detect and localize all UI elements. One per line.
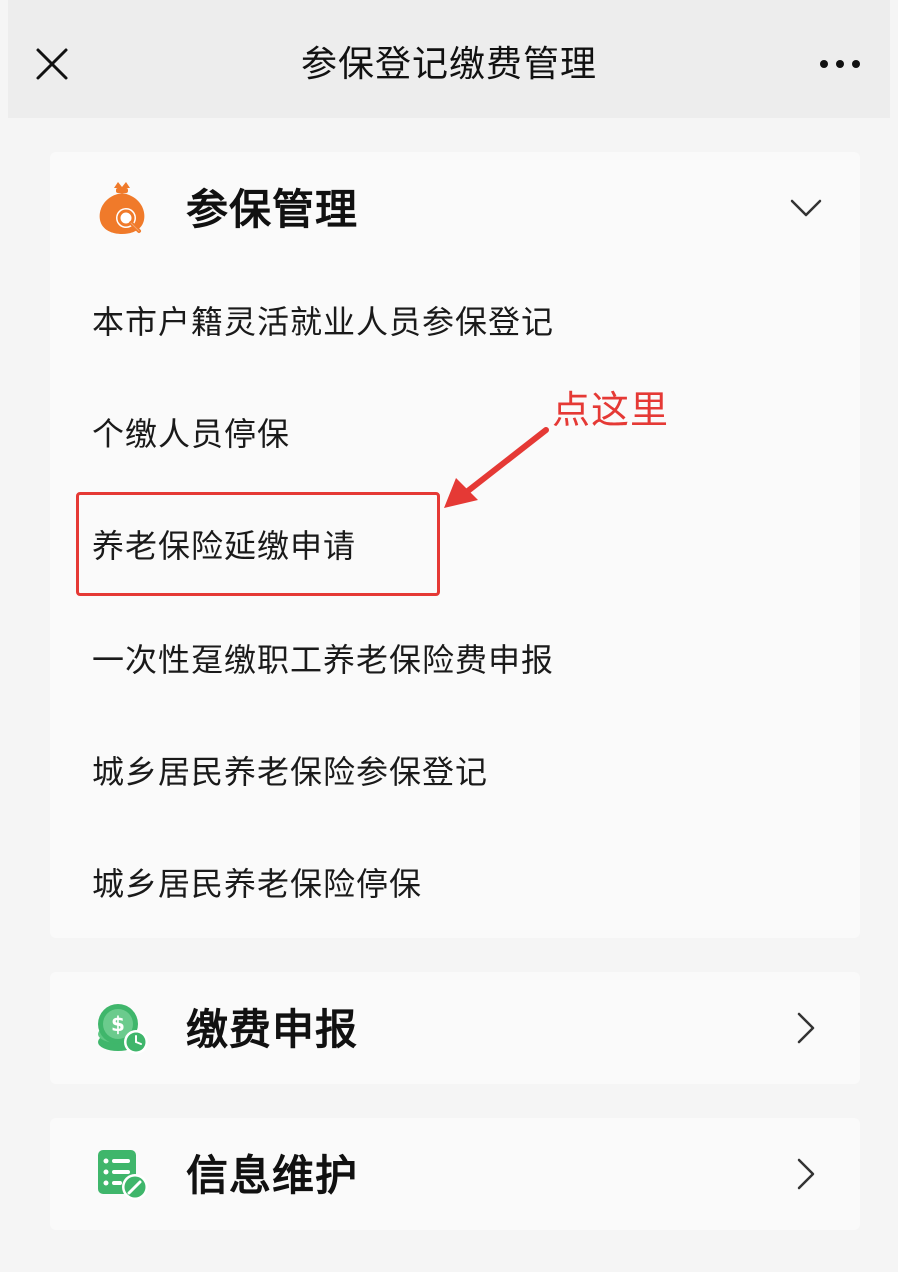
more-button[interactable] xyxy=(816,48,864,80)
section-title-info-maintenance: 信息维护 xyxy=(186,1151,359,1200)
document-edit-icon xyxy=(98,1150,148,1200)
menu-item-lump-sum-pension-declaration[interactable]: 一次性趸缴职工养老保险费申报 xyxy=(92,630,812,690)
section-header-info-maintenance[interactable]: 信息维护 xyxy=(50,1118,860,1230)
coin-clock-icon: $ xyxy=(98,1004,148,1054)
svg-text:$: $ xyxy=(111,1012,125,1036)
more-horizontal-icon xyxy=(820,60,860,68)
chevron-down-icon xyxy=(790,199,822,217)
menu-item-local-flexible-enrollment[interactable]: 本市户籍灵活就业人员参保登记 xyxy=(92,292,812,352)
page-title: 参保登记缴费管理 xyxy=(300,44,597,85)
section-card-info-maintenance: 信息维护 xyxy=(50,1118,860,1230)
page: 参保登记缴费管理 参保管理 本市户籍灵活就业人员参保登记 个缴人员停保 养老保险… xyxy=(8,0,890,1272)
annotation-arrow-icon xyxy=(444,427,549,508)
menu-item-resident-pension-enrollment[interactable]: 城乡居民养老保险参保登记 xyxy=(92,742,812,802)
money-bag-search-icon xyxy=(99,182,145,234)
section-title-enrollment: 参保管理 xyxy=(186,185,359,234)
section-header-enrollment[interactable]: 参保管理 xyxy=(50,152,860,264)
section-card-enrollment: 参保管理 本市户籍灵活就业人员参保登记 个缴人员停保 养老保险延缴申请 一次性趸… xyxy=(50,152,860,938)
section-header-payment[interactable]: $ 缴费申报 xyxy=(50,972,860,1084)
chevron-right-icon xyxy=(797,1158,815,1190)
menu-item-resident-pension-suspension[interactable]: 城乡居民养老保险停保 xyxy=(92,854,812,914)
section-card-payment: $ 缴费申报 xyxy=(50,972,860,1084)
top-bar: 参保登记缴费管理 xyxy=(8,0,890,118)
menu-item-pension-extension-application[interactable]: 养老保险延缴申请 xyxy=(92,516,812,576)
section-title-payment: 缴费申报 xyxy=(186,1005,359,1054)
annotation-label: 点这里 xyxy=(552,388,670,432)
chevron-right-icon xyxy=(797,1012,815,1044)
